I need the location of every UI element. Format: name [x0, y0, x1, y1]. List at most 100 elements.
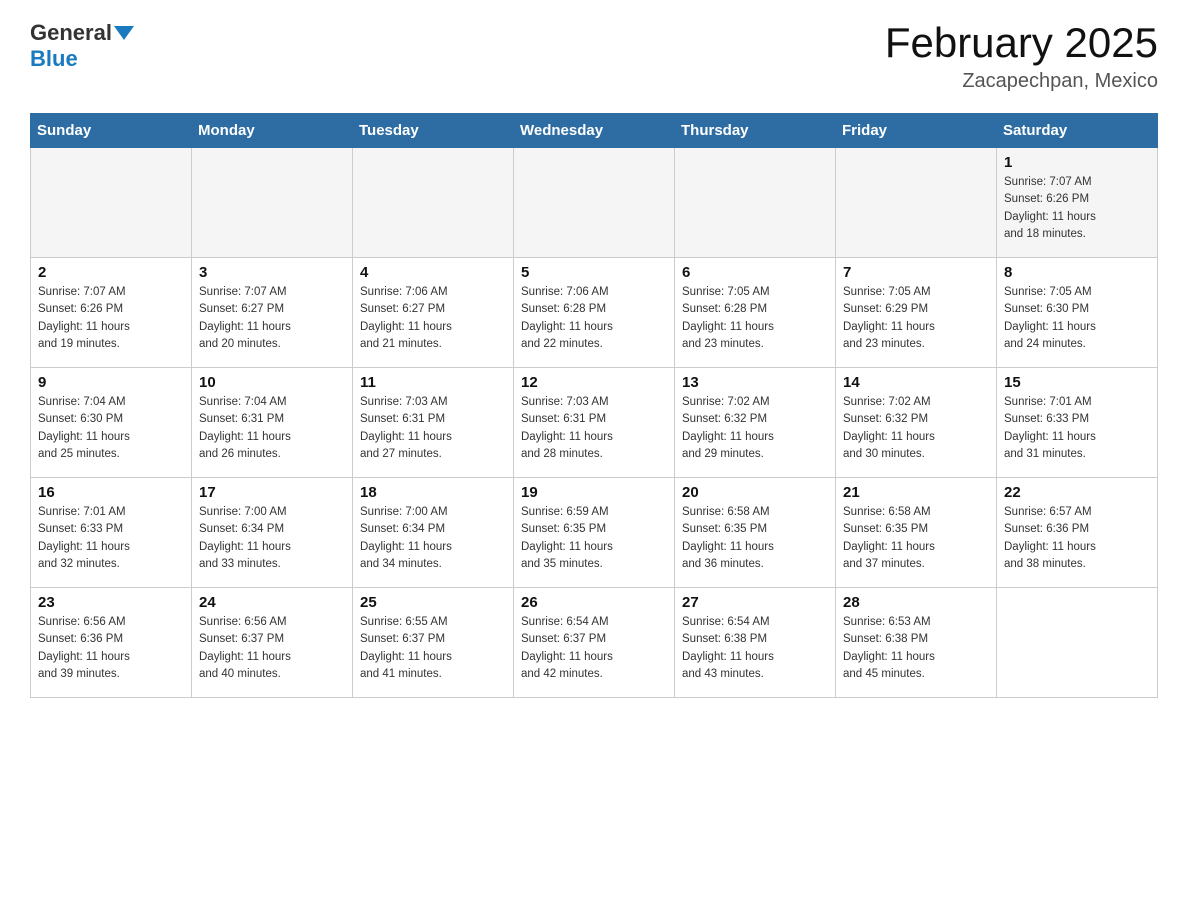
day-info: Sunrise: 6:53 AM Sunset: 6:38 PM Dayligh…: [843, 614, 989, 683]
calendar-cell: [353, 148, 514, 258]
day-number: 6: [682, 264, 828, 281]
day-number: 16: [38, 484, 184, 501]
calendar-cell: 15Sunrise: 7:01 AM Sunset: 6:33 PM Dayli…: [997, 368, 1158, 478]
day-number: 18: [360, 484, 506, 501]
calendar-cell: 1 Sunrise: 7:07 AM Sunset: 6:26 PM Daylig…: [997, 148, 1158, 258]
logo: General Blue: [30, 20, 134, 72]
calendar-cell: 16 Sunrise: 7:01 AM Sunset: 6:33 PM Dayli…: [31, 478, 192, 588]
calendar-cell: [192, 148, 353, 258]
day-number: 27: [682, 594, 828, 611]
day-number: 11: [360, 374, 506, 391]
header-saturday: Saturday: [997, 114, 1158, 148]
calendar-week-5: 23Sunrise: 6:56 AM Sunset: 6:36 PM Dayli…: [31, 588, 1158, 698]
calendar-cell: [675, 148, 836, 258]
day-number: 17: [199, 484, 345, 501]
calendar-cell: 8 Sunrise: 7:05 AM Sunset: 6:30 PM Daylig…: [997, 258, 1158, 368]
header-thursday: Thursday: [675, 114, 836, 148]
logo-triangle-icon: [114, 26, 134, 40]
day-number: 5: [521, 264, 667, 281]
day-info: Sunrise: 7:07 AM Sunset: 6:27 PM Dayligh…: [199, 284, 345, 353]
day-number: 4: [360, 264, 506, 281]
calendar-cell: 14 Sunrise: 7:02 AM Sunset: 6:32 PM Dayli…: [836, 368, 997, 478]
header-friday: Friday: [836, 114, 997, 148]
calendar-cell: 12 Sunrise: 7:03 AM Sunset: 6:31 PM Dayli…: [514, 368, 675, 478]
day-number: 3: [199, 264, 345, 281]
day-number: 7: [843, 264, 989, 281]
calendar-week-3: 9 Sunrise: 7:04 AM Sunset: 6:30 PM Daylig…: [31, 368, 1158, 478]
calendar-cell: 24 Sunrise: 6:56 AM Sunset: 6:37 PM Dayli…: [192, 588, 353, 698]
day-info: Sunrise: 7:03 AM Sunset: 6:31 PM Dayligh…: [521, 394, 667, 463]
day-info: Sunrise: 7:07 AM Sunset: 6:26 PM Dayligh…: [38, 284, 184, 353]
day-info: Sunrise: 6:54 AM Sunset: 6:37 PM Dayligh…: [521, 614, 667, 683]
day-number: 25: [360, 594, 506, 611]
header-sunday: Sunday: [31, 114, 192, 148]
calendar-cell: 9 Sunrise: 7:04 AM Sunset: 6:30 PM Daylig…: [31, 368, 192, 478]
calendar-cell: 6 Sunrise: 7:05 AM Sunset: 6:28 PM Daylig…: [675, 258, 836, 368]
calendar-week-2: 2 Sunrise: 7:07 AM Sunset: 6:26 PM Daylig…: [31, 258, 1158, 368]
day-info: Sunrise: 7:01 AM Sunset: 6:33 PM Dayligh…: [38, 504, 184, 573]
location-text: Zacapechpan, Mexico: [885, 70, 1158, 93]
day-number: 22: [1004, 484, 1150, 501]
day-info: Sunrise: 7:03 AM Sunset: 6:31 PM Dayligh…: [360, 394, 506, 463]
header-wednesday: Wednesday: [514, 114, 675, 148]
calendar-cell: 11 Sunrise: 7:03 AM Sunset: 6:31 PM Dayli…: [353, 368, 514, 478]
calendar-cell: 3 Sunrise: 7:07 AM Sunset: 6:27 PM Daylig…: [192, 258, 353, 368]
day-number: 15: [1004, 374, 1150, 391]
calendar-cell: 22 Sunrise: 6:57 AM Sunset: 6:36 PM Dayli…: [997, 478, 1158, 588]
calendar-cell: 26 Sunrise: 6:54 AM Sunset: 6:37 PM Dayli…: [514, 588, 675, 698]
day-info: Sunrise: 7:05 AM Sunset: 6:30 PM Dayligh…: [1004, 284, 1150, 353]
calendar-cell: 21Sunrise: 6:58 AM Sunset: 6:35 PM Dayli…: [836, 478, 997, 588]
calendar-cell: 13 Sunrise: 7:02 AM Sunset: 6:32 PM Dayli…: [675, 368, 836, 478]
day-info: Sunrise: 7:07 AM Sunset: 6:26 PM Dayligh…: [1004, 174, 1150, 243]
calendar-cell: [514, 148, 675, 258]
calendar-week-4: 16 Sunrise: 7:01 AM Sunset: 6:33 PM Dayli…: [31, 478, 1158, 588]
day-info: Sunrise: 7:04 AM Sunset: 6:31 PM Dayligh…: [199, 394, 345, 463]
day-info: Sunrise: 6:57 AM Sunset: 6:36 PM Dayligh…: [1004, 504, 1150, 573]
day-number: 13: [682, 374, 828, 391]
day-info: Sunrise: 6:55 AM Sunset: 6:37 PM Dayligh…: [360, 614, 506, 683]
day-info: Sunrise: 7:06 AM Sunset: 6:27 PM Dayligh…: [360, 284, 506, 353]
day-number: 2: [38, 264, 184, 281]
day-number: 14: [843, 374, 989, 391]
day-number: 1: [1004, 154, 1150, 171]
title-block: February 2025 Zacapechpan, Mexico: [885, 20, 1158, 93]
calendar-cell: 2 Sunrise: 7:07 AM Sunset: 6:26 PM Daylig…: [31, 258, 192, 368]
day-info: Sunrise: 7:00 AM Sunset: 6:34 PM Dayligh…: [199, 504, 345, 573]
calendar-cell: 25 Sunrise: 6:55 AM Sunset: 6:37 PM Dayli…: [353, 588, 514, 698]
header-monday: Monday: [192, 114, 353, 148]
day-number: 28: [843, 594, 989, 611]
calendar-cell: 20Sunrise: 6:58 AM Sunset: 6:35 PM Dayli…: [675, 478, 836, 588]
calendar-table: Sunday Monday Tuesday Wednesday Thursday…: [30, 113, 1158, 698]
calendar-cell: [836, 148, 997, 258]
day-info: Sunrise: 7:05 AM Sunset: 6:29 PM Dayligh…: [843, 284, 989, 353]
day-info: Sunrise: 6:56 AM Sunset: 6:37 PM Dayligh…: [199, 614, 345, 683]
day-number: 20: [682, 484, 828, 501]
page-header: General Blue February 2025 Zacapechpan, …: [30, 20, 1158, 93]
day-number: 8: [1004, 264, 1150, 281]
day-info: Sunrise: 7:06 AM Sunset: 6:28 PM Dayligh…: [521, 284, 667, 353]
calendar-cell: [31, 148, 192, 258]
calendar-cell: 7 Sunrise: 7:05 AM Sunset: 6:29 PM Daylig…: [836, 258, 997, 368]
calendar-body: 1 Sunrise: 7:07 AM Sunset: 6:26 PM Daylig…: [31, 148, 1158, 698]
logo-blue-text: Blue: [30, 46, 78, 72]
day-info: Sunrise: 7:02 AM Sunset: 6:32 PM Dayligh…: [843, 394, 989, 463]
day-number: 9: [38, 374, 184, 391]
day-number: 26: [521, 594, 667, 611]
day-number: 23: [38, 594, 184, 611]
calendar-cell: [997, 588, 1158, 698]
calendar-cell: 4 Sunrise: 7:06 AM Sunset: 6:27 PM Daylig…: [353, 258, 514, 368]
logo-general-text: General: [30, 20, 112, 46]
calendar-cell: 23Sunrise: 6:56 AM Sunset: 6:36 PM Dayli…: [31, 588, 192, 698]
day-number: 12: [521, 374, 667, 391]
calendar-week-1: 1 Sunrise: 7:07 AM Sunset: 6:26 PM Daylig…: [31, 148, 1158, 258]
calendar-cell: 17 Sunrise: 7:00 AM Sunset: 6:34 PM Dayli…: [192, 478, 353, 588]
day-number: 24: [199, 594, 345, 611]
day-info: Sunrise: 7:04 AM Sunset: 6:30 PM Dayligh…: [38, 394, 184, 463]
calendar-cell: 28 Sunrise: 6:53 AM Sunset: 6:38 PM Dayli…: [836, 588, 997, 698]
day-info: Sunrise: 7:05 AM Sunset: 6:28 PM Dayligh…: [682, 284, 828, 353]
day-info: Sunrise: 6:58 AM Sunset: 6:35 PM Dayligh…: [843, 504, 989, 573]
header-tuesday: Tuesday: [353, 114, 514, 148]
calendar-header: Sunday Monday Tuesday Wednesday Thursday…: [31, 114, 1158, 148]
day-info: Sunrise: 7:02 AM Sunset: 6:32 PM Dayligh…: [682, 394, 828, 463]
day-info: Sunrise: 6:54 AM Sunset: 6:38 PM Dayligh…: [682, 614, 828, 683]
